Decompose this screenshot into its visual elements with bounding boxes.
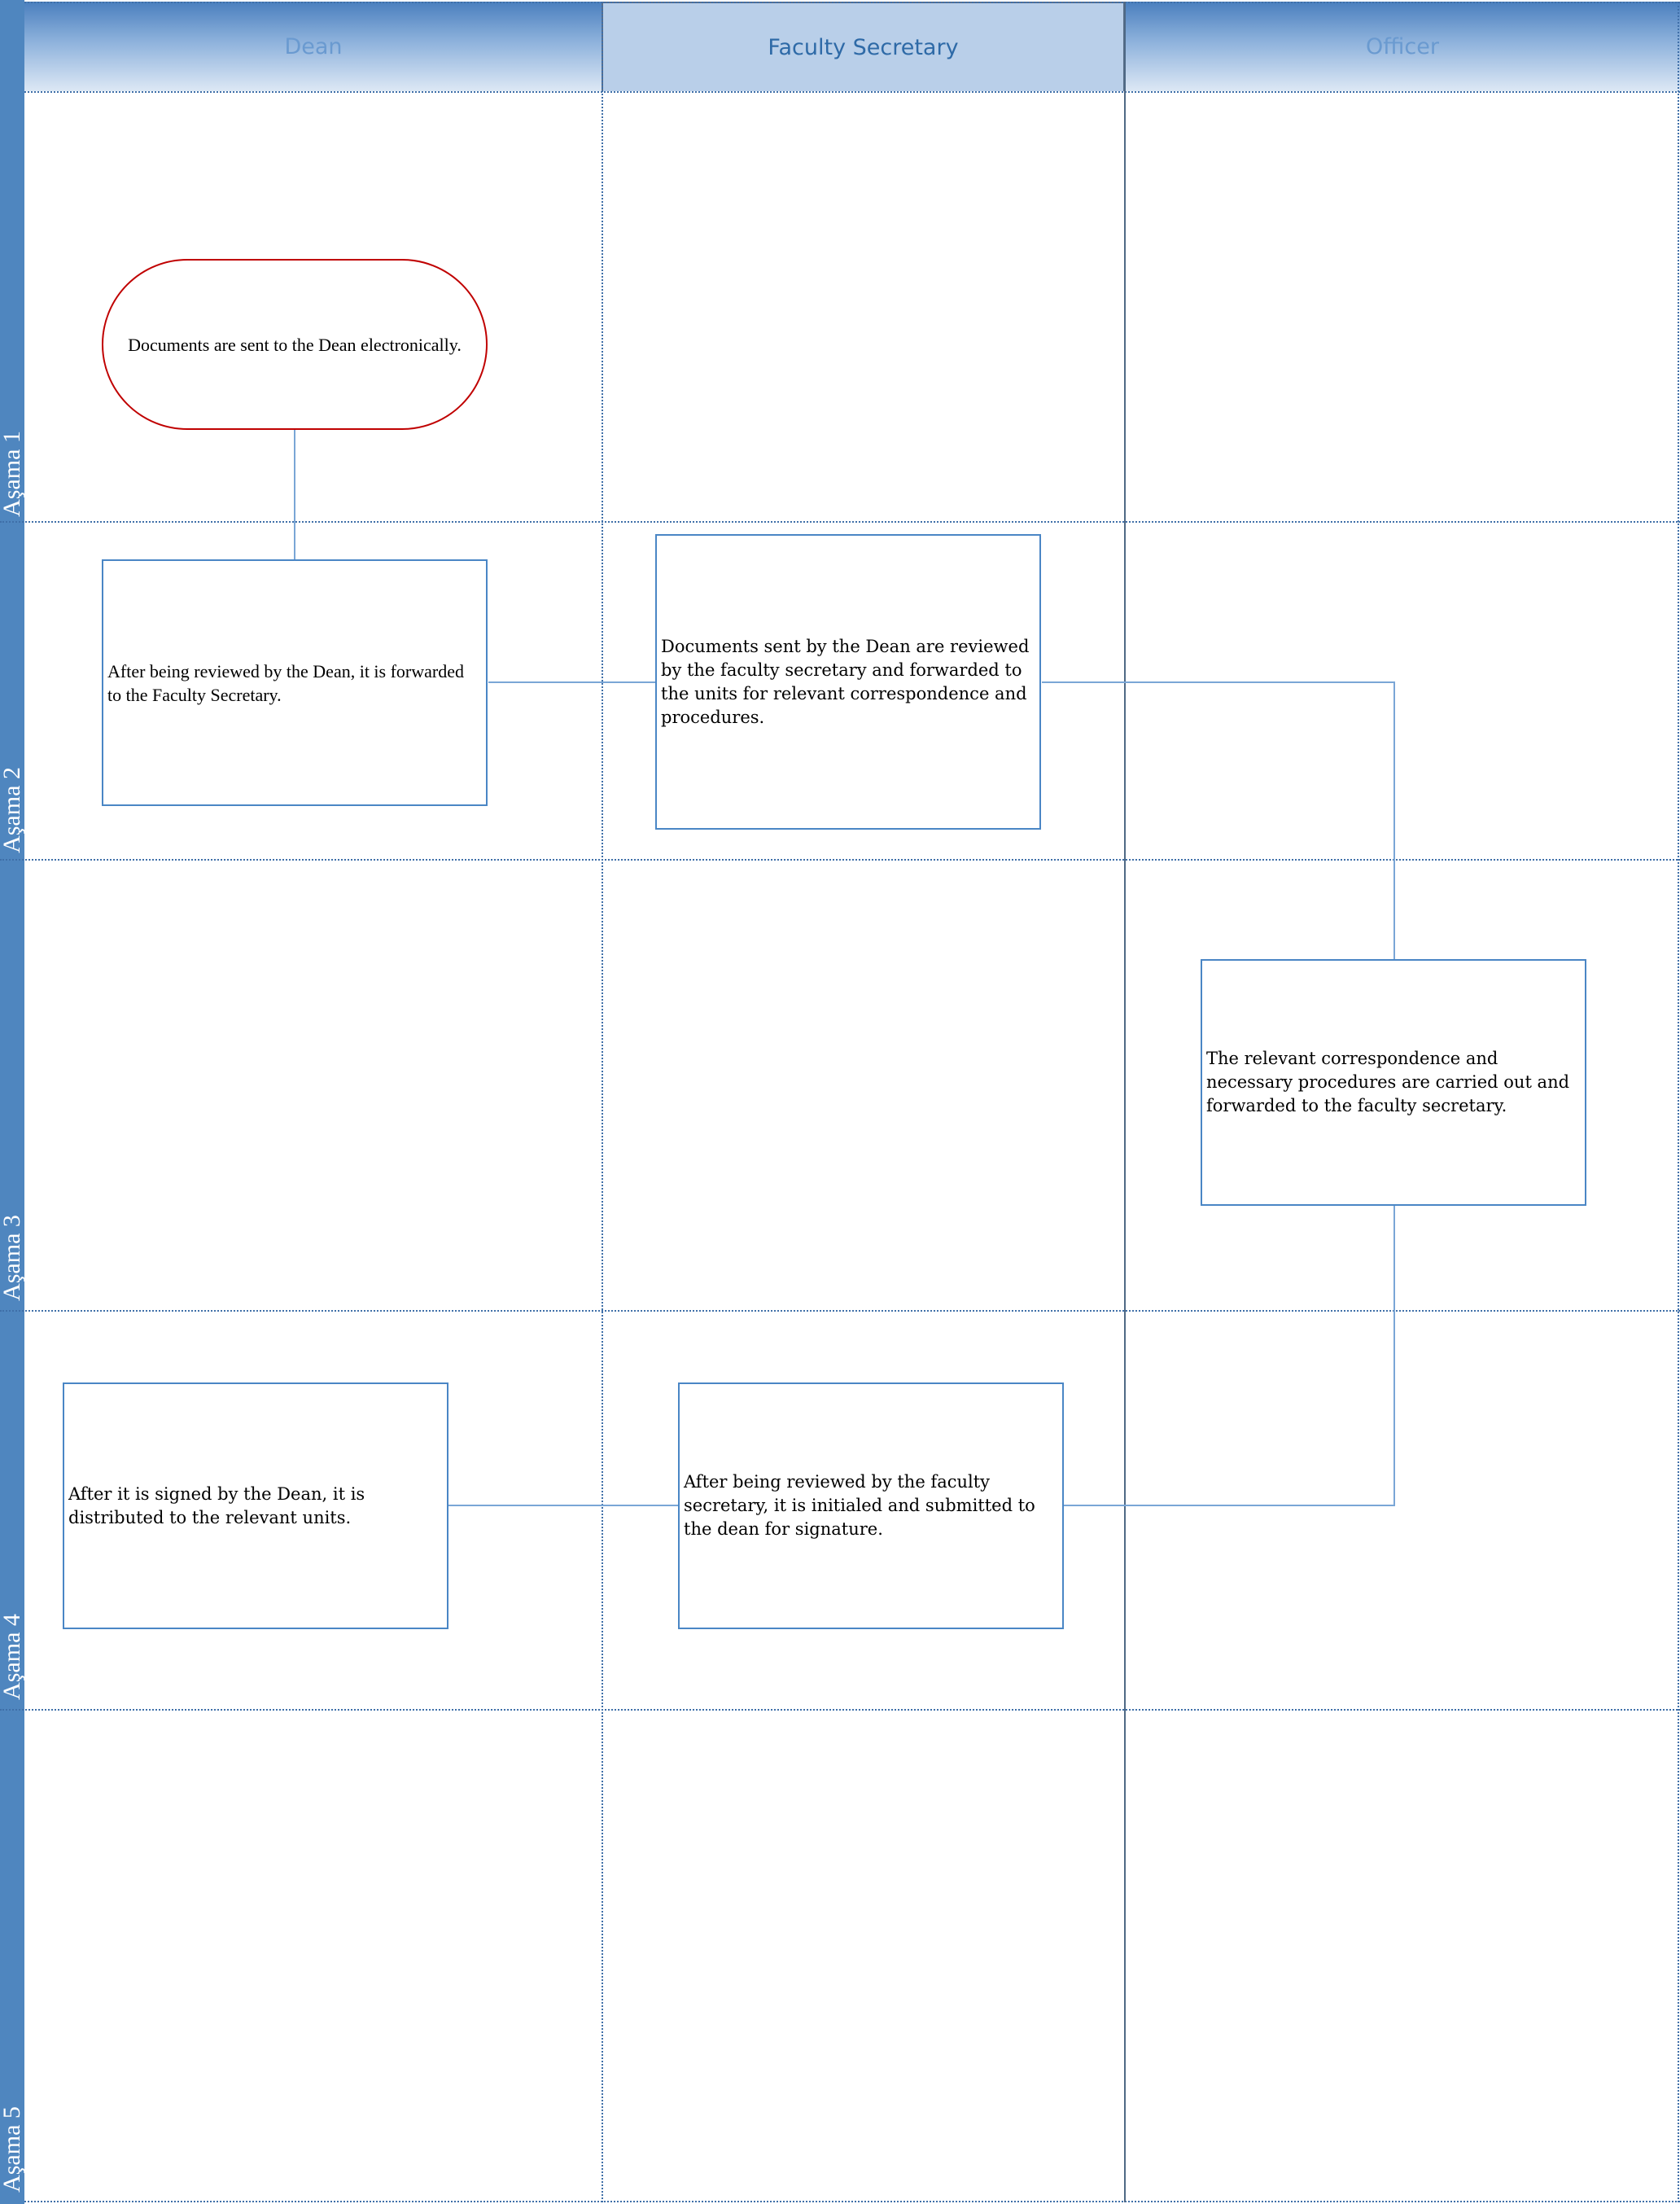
connector-dean-review-to-secretary [488,681,655,683]
phase-label-3: Aşama 3 [0,1215,25,1301]
process-dean-review: After being reviewed by the Dean, it is … [102,559,488,806]
process-officer-text: The relevant correspondence and necessar… [1206,1049,1570,1115]
phase-separator-1 [0,521,1680,523]
start-terminator: Documents are sent to the Dean electroni… [102,259,488,430]
connector-start-to-dean-review [294,430,295,560]
connector-secretary-to-dean [448,1505,679,1506]
lane-header-officer: Officer [1125,2,1680,91]
lane-title-dean: Dean [284,33,343,59]
lane-header-faculty-secretary: Faculty Secretary [602,2,1125,91]
phase-band: Aşama 1 Aşama 2 Aşama 3 Aşama 4 Aşama 5 [0,0,25,2204]
connector-secretary-to-officer-h [1042,681,1395,683]
process-dean-review-text: After being reviewed by the Dean, it is … [107,660,465,705]
process-secretary-initial-text: After being reviewed by the faculty secr… [684,1472,1035,1539]
phase-label-2: Aşama 2 [0,767,25,853]
header-divider [24,91,1680,93]
connector-officer-to-secretary-h [1064,1505,1395,1506]
lane-header-dean: Dean [24,2,602,91]
lane-title-officer: Officer [1366,33,1439,59]
lane-divider-2 [1124,2,1126,2202]
phase-separator-3 [0,1310,1680,1312]
frame-top [24,2,1680,3]
frame-right [1678,2,1679,2202]
phase-separator-2 [0,859,1680,861]
phase-label-4: Aşama 4 [0,1614,25,1700]
process-officer: The relevant correspondence and necessar… [1201,959,1586,1206]
phase-label-1: Aşama 1 [0,431,25,517]
connector-secretary-to-officer-v [1393,681,1395,960]
connector-officer-to-secretary-v [1393,1206,1395,1505]
process-secretary-initial: After being reviewed by the faculty secr… [678,1382,1064,1629]
process-dean-distribute-text: After it is signed by the Dean, it is di… [68,1483,365,1527]
start-text: Documents are sent to the Dean electroni… [128,334,462,355]
process-dean-distribute: After it is signed by the Dean, it is di… [63,1382,448,1629]
frame-bottom [24,2201,1680,2202]
lane-divider-1 [602,2,603,2202]
phase-label-5: Aşama 5 [0,2106,25,2193]
lane-title-faculty-secretary: Faculty Secretary [768,34,959,60]
process-secretary-forward-text: Documents sent by the Dean are reviewed … [661,636,1030,727]
process-secretary-forward: Documents sent by the Dean are reviewed … [655,534,1041,830]
phase-separator-4 [0,1709,1680,1711]
